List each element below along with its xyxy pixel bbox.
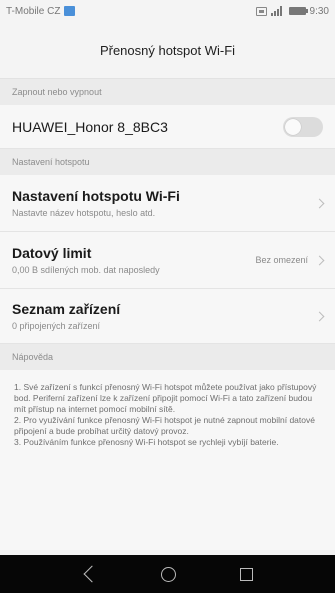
clock: 9:30	[309, 5, 329, 17]
help-line-1: 1. Své zařízení s funkcí přenosný Wi-Fi …	[14, 382, 317, 414]
device-list-text: Seznam zařízení 0 připojených zařízení	[12, 301, 120, 331]
navigation-bar	[0, 555, 335, 593]
section-header-help: Nápověda	[0, 344, 335, 370]
hotspot-toggle[interactable]	[283, 116, 323, 137]
data-limit-title: Datový limit	[12, 245, 92, 261]
chevron-right-icon	[314, 311, 325, 321]
chevron-right-icon	[314, 255, 325, 265]
hotspot-toggle-row[interactable]: HUAWEI_Honor 8_8BC3	[0, 105, 335, 149]
data-limit-text: Datový limit 0,00 B sdílených mob. dat n…	[12, 245, 160, 275]
hotspot-name: HUAWEI_Honor 8_8BC3	[12, 118, 168, 135]
device-list-subtitle: 0 připojených zařízení	[12, 321, 101, 331]
toggle-knob	[285, 118, 301, 135]
wifi-settings-subtitle: Nastavte název hotspotu, heslo atd.	[12, 208, 156, 218]
recent-apps-icon[interactable]	[240, 567, 254, 581]
section-header-toggle: Zapnout nebo vypnout	[0, 79, 335, 105]
status-bar: T-Mobile CZ 9:30	[0, 0, 335, 22]
help-text: 1. Své zařízení s funkcí přenosný Wi-Fi …	[0, 370, 335, 550]
device-list-row[interactable]: Seznam zařízení 0 připojených zařízení	[0, 289, 335, 344]
status-right: 9:30	[255, 5, 329, 17]
help-line-2: 2. Pro využívání funkce přenosný Wi-Fi h…	[14, 415, 315, 436]
signal-icon	[270, 6, 285, 16]
section-header-settings: Nastavení hotspotu	[0, 149, 335, 175]
status-left: T-Mobile CZ	[6, 5, 76, 17]
data-limit-value: Bez omezení	[255, 255, 308, 265]
device-list-title: Seznam zařízení	[12, 301, 121, 317]
back-icon[interactable]	[83, 565, 101, 583]
data-limit-row[interactable]: Datový limit 0,00 B sdílených mob. dat n…	[0, 232, 335, 289]
data-limit-right: Bez omezení	[255, 255, 335, 265]
device-list-right	[314, 311, 335, 321]
home-icon[interactable]	[161, 566, 177, 582]
photo-icon	[64, 6, 76, 16]
sim-icon	[255, 6, 267, 16]
wifi-settings-title: Nastavení hotspotu Wi-Fi	[12, 188, 180, 204]
battery-icon	[288, 7, 308, 15]
data-limit-subtitle: 0,00 B sdílených mob. dat naposledy	[12, 265, 160, 275]
help-line-3: 3. Používáním funkce přenosný Wi-Fi hots…	[14, 437, 279, 447]
chevron-right-icon	[314, 198, 325, 208]
wifi-settings-row[interactable]: Nastavení hotspotu Wi-Fi Nastavte název …	[0, 175, 335, 232]
page-title: Přenosný hotspot Wi-Fi	[0, 22, 335, 79]
wifi-settings-text: Nastavení hotspotu Wi-Fi Nastavte název …	[12, 188, 180, 218]
carrier-label: T-Mobile CZ	[6, 5, 61, 17]
wifi-settings-right	[314, 198, 335, 208]
